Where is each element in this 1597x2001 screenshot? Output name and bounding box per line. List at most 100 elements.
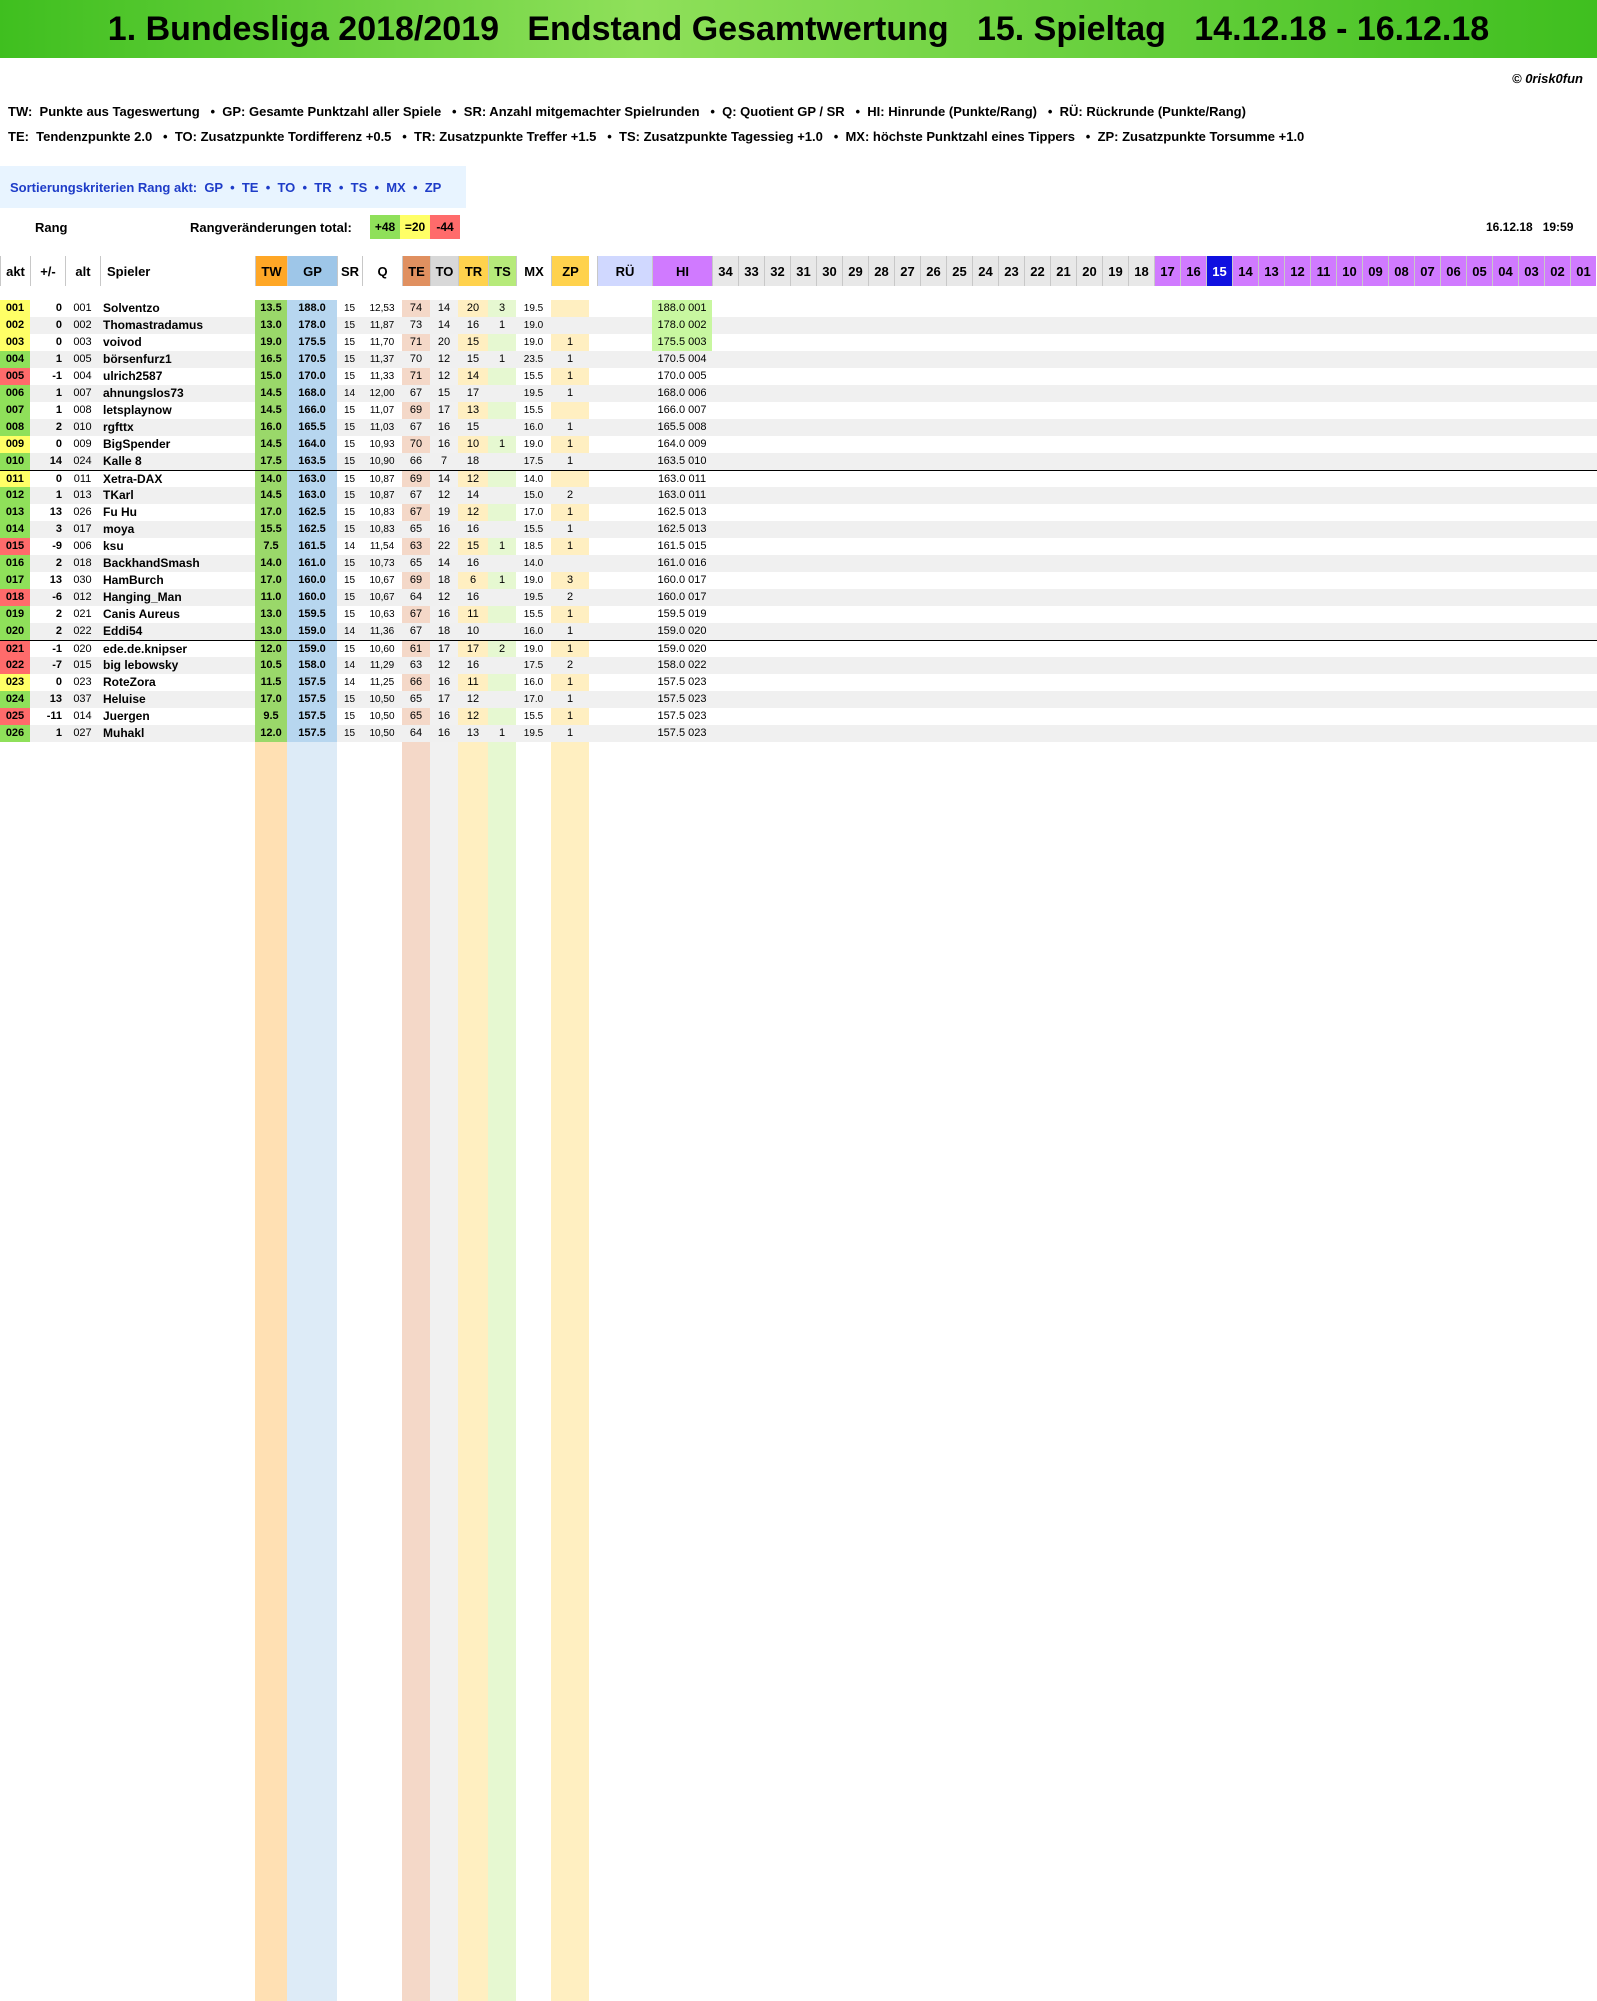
cell-q: 10,87 bbox=[369, 490, 395, 501]
cell-to: 20 bbox=[437, 336, 451, 348]
cell-zp: 2 bbox=[566, 659, 574, 671]
cell-sr: 15 bbox=[343, 303, 356, 314]
cell-akt: 020 bbox=[0, 623, 30, 640]
cell-gp: 163.0 bbox=[287, 487, 337, 504]
cell-pm: 2 bbox=[55, 557, 62, 569]
cell-ts bbox=[488, 691, 516, 708]
header-round-15: 15 bbox=[1206, 256, 1232, 286]
cell-zp: 1 bbox=[566, 421, 574, 433]
cell-akt: 021 bbox=[0, 641, 30, 658]
cell-ru bbox=[597, 436, 652, 453]
cell-sr: 15 bbox=[343, 592, 356, 603]
cell-tw: 14.0 bbox=[255, 471, 287, 488]
cell-q: 10,50 bbox=[369, 728, 395, 739]
rang-label: Rang bbox=[35, 220, 68, 235]
cell-mx: 16.0 bbox=[523, 677, 544, 688]
cell-tr: 16 bbox=[466, 659, 480, 671]
cell-tw: 11.5 bbox=[255, 674, 287, 691]
cell-alt: 010 bbox=[73, 421, 92, 433]
table-row: 002 0 002 Thomastradamus 13.0 178.0 15 11,87 73 1… bbox=[0, 317, 1597, 334]
cell-tr: 12 bbox=[466, 473, 480, 485]
table-row: 020 2 022 Eddi54 13.0 159.0 14 11,36 67 18 10 16.0 1… bbox=[0, 623, 1597, 640]
cell-akt: 013 bbox=[0, 504, 30, 521]
cell-tw: 14.5 bbox=[255, 402, 287, 419]
cell-pm: 1 bbox=[55, 727, 62, 739]
cell-sr: 15 bbox=[343, 609, 356, 620]
cell-q: 10,73 bbox=[369, 558, 395, 569]
cell-alt: 002 bbox=[73, 319, 92, 331]
cell-akt: 015 bbox=[0, 538, 30, 555]
header-gp: GP bbox=[287, 256, 337, 286]
cell-akt: 014 bbox=[0, 521, 30, 538]
table-row: 006 1 007 ahnungslos73 14.5 168.0 14 12,00 67 15 1… bbox=[0, 385, 1597, 402]
header-round-03: 03 bbox=[1518, 256, 1544, 286]
cell-te: 69 bbox=[409, 574, 423, 586]
cell-q: 11,54 bbox=[369, 541, 395, 552]
cell-alt: 011 bbox=[73, 473, 92, 485]
cell-q: 12,53 bbox=[369, 303, 395, 314]
header-pm: +/- bbox=[30, 256, 65, 286]
cell-gp: 170.5 bbox=[287, 351, 337, 368]
cell-spieler: BigSpender bbox=[103, 437, 171, 451]
cell-q: 10,90 bbox=[369, 456, 395, 467]
header-te: TE bbox=[402, 256, 430, 286]
cell-to: 12 bbox=[437, 591, 451, 603]
cell-tr: 10 bbox=[466, 625, 480, 637]
cell-gp: 166.0 bbox=[287, 402, 337, 419]
cell-q: 10,50 bbox=[369, 711, 395, 722]
cell-to: 18 bbox=[437, 574, 451, 586]
cell-tr: 12 bbox=[466, 693, 480, 705]
cell-tw: 13.0 bbox=[255, 317, 287, 334]
cell-tr: 17 bbox=[466, 387, 480, 399]
cell-hi: 164.0 009 bbox=[657, 438, 707, 450]
header-hi: HI bbox=[652, 256, 712, 286]
cell-hi: 175.5 003 bbox=[652, 334, 712, 351]
cell-sr: 15 bbox=[343, 405, 356, 416]
cell-spieler: Solventzo bbox=[103, 301, 160, 315]
cell-zp: 1 bbox=[566, 370, 574, 382]
header-round-11: 11 bbox=[1310, 256, 1336, 286]
cell-tr: 12 bbox=[466, 710, 480, 722]
cell-pm: 13 bbox=[49, 693, 62, 705]
cell-q: 11,03 bbox=[369, 422, 395, 433]
cell-spieler: börsenfurz1 bbox=[103, 352, 172, 366]
cell-sr: 15 bbox=[343, 558, 356, 569]
cell-spieler: Juergen bbox=[103, 709, 150, 723]
header-round-17: 17 bbox=[1154, 256, 1180, 286]
cell-sr: 15 bbox=[343, 337, 356, 348]
cell-mx: 15.0 bbox=[523, 490, 544, 501]
cell-spieler: ulrich2587 bbox=[103, 369, 163, 383]
cell-q: 11,29 bbox=[369, 660, 395, 671]
cell-gp: 170.0 bbox=[287, 368, 337, 385]
cell-to: 12 bbox=[437, 353, 451, 365]
table-row: 022 -7 015 big lebowsky 10.5 158.0 14 11,29 63 12… bbox=[0, 657, 1597, 674]
cell-q: 11,87 bbox=[369, 320, 395, 331]
cell-spieler: BackhandSmash bbox=[103, 556, 200, 570]
cell-ru bbox=[597, 623, 652, 640]
cell-te: 70 bbox=[409, 438, 423, 450]
cell-tr: 10 bbox=[466, 438, 480, 450]
cell-q: 10,87 bbox=[369, 474, 395, 485]
cell-ru bbox=[597, 641, 652, 658]
cell-pm: 13 bbox=[49, 574, 62, 586]
cell-alt: 004 bbox=[73, 370, 92, 382]
cell-mx: 19.0 bbox=[523, 644, 544, 655]
cell-te: 71 bbox=[409, 370, 423, 382]
cell-te: 73 bbox=[409, 319, 423, 331]
table-row: 011 0 011 Xetra-DAX 14.0 163.0 15 10,87 69 14 12 14… bbox=[0, 470, 1597, 488]
cell-ru bbox=[597, 708, 652, 725]
cell-hi: 161.0 016 bbox=[657, 557, 707, 569]
cell-gp: 163.0 bbox=[287, 471, 337, 488]
table-row: 001 0 001 Solventzo 13.5 188.0 15 12,53 74 14 20 3 1… bbox=[0, 300, 1597, 317]
cell-tw: 13.0 bbox=[255, 606, 287, 623]
header-q: Q bbox=[362, 256, 402, 286]
cell-tw: 17.0 bbox=[255, 691, 287, 708]
cell-pm: 1 bbox=[55, 353, 62, 365]
cell-te: 66 bbox=[409, 455, 423, 467]
cell-hi: 160.0 017 bbox=[657, 591, 707, 603]
cell-tw: 7.5 bbox=[255, 538, 287, 555]
cell-zp bbox=[551, 317, 589, 334]
table-row: 025 -11 014 Juergen 9.5 157.5 15 10,50 65 16 12 15.… bbox=[0, 708, 1597, 725]
cell-tw: 13.0 bbox=[255, 623, 287, 640]
cell-gp: 159.5 bbox=[287, 606, 337, 623]
